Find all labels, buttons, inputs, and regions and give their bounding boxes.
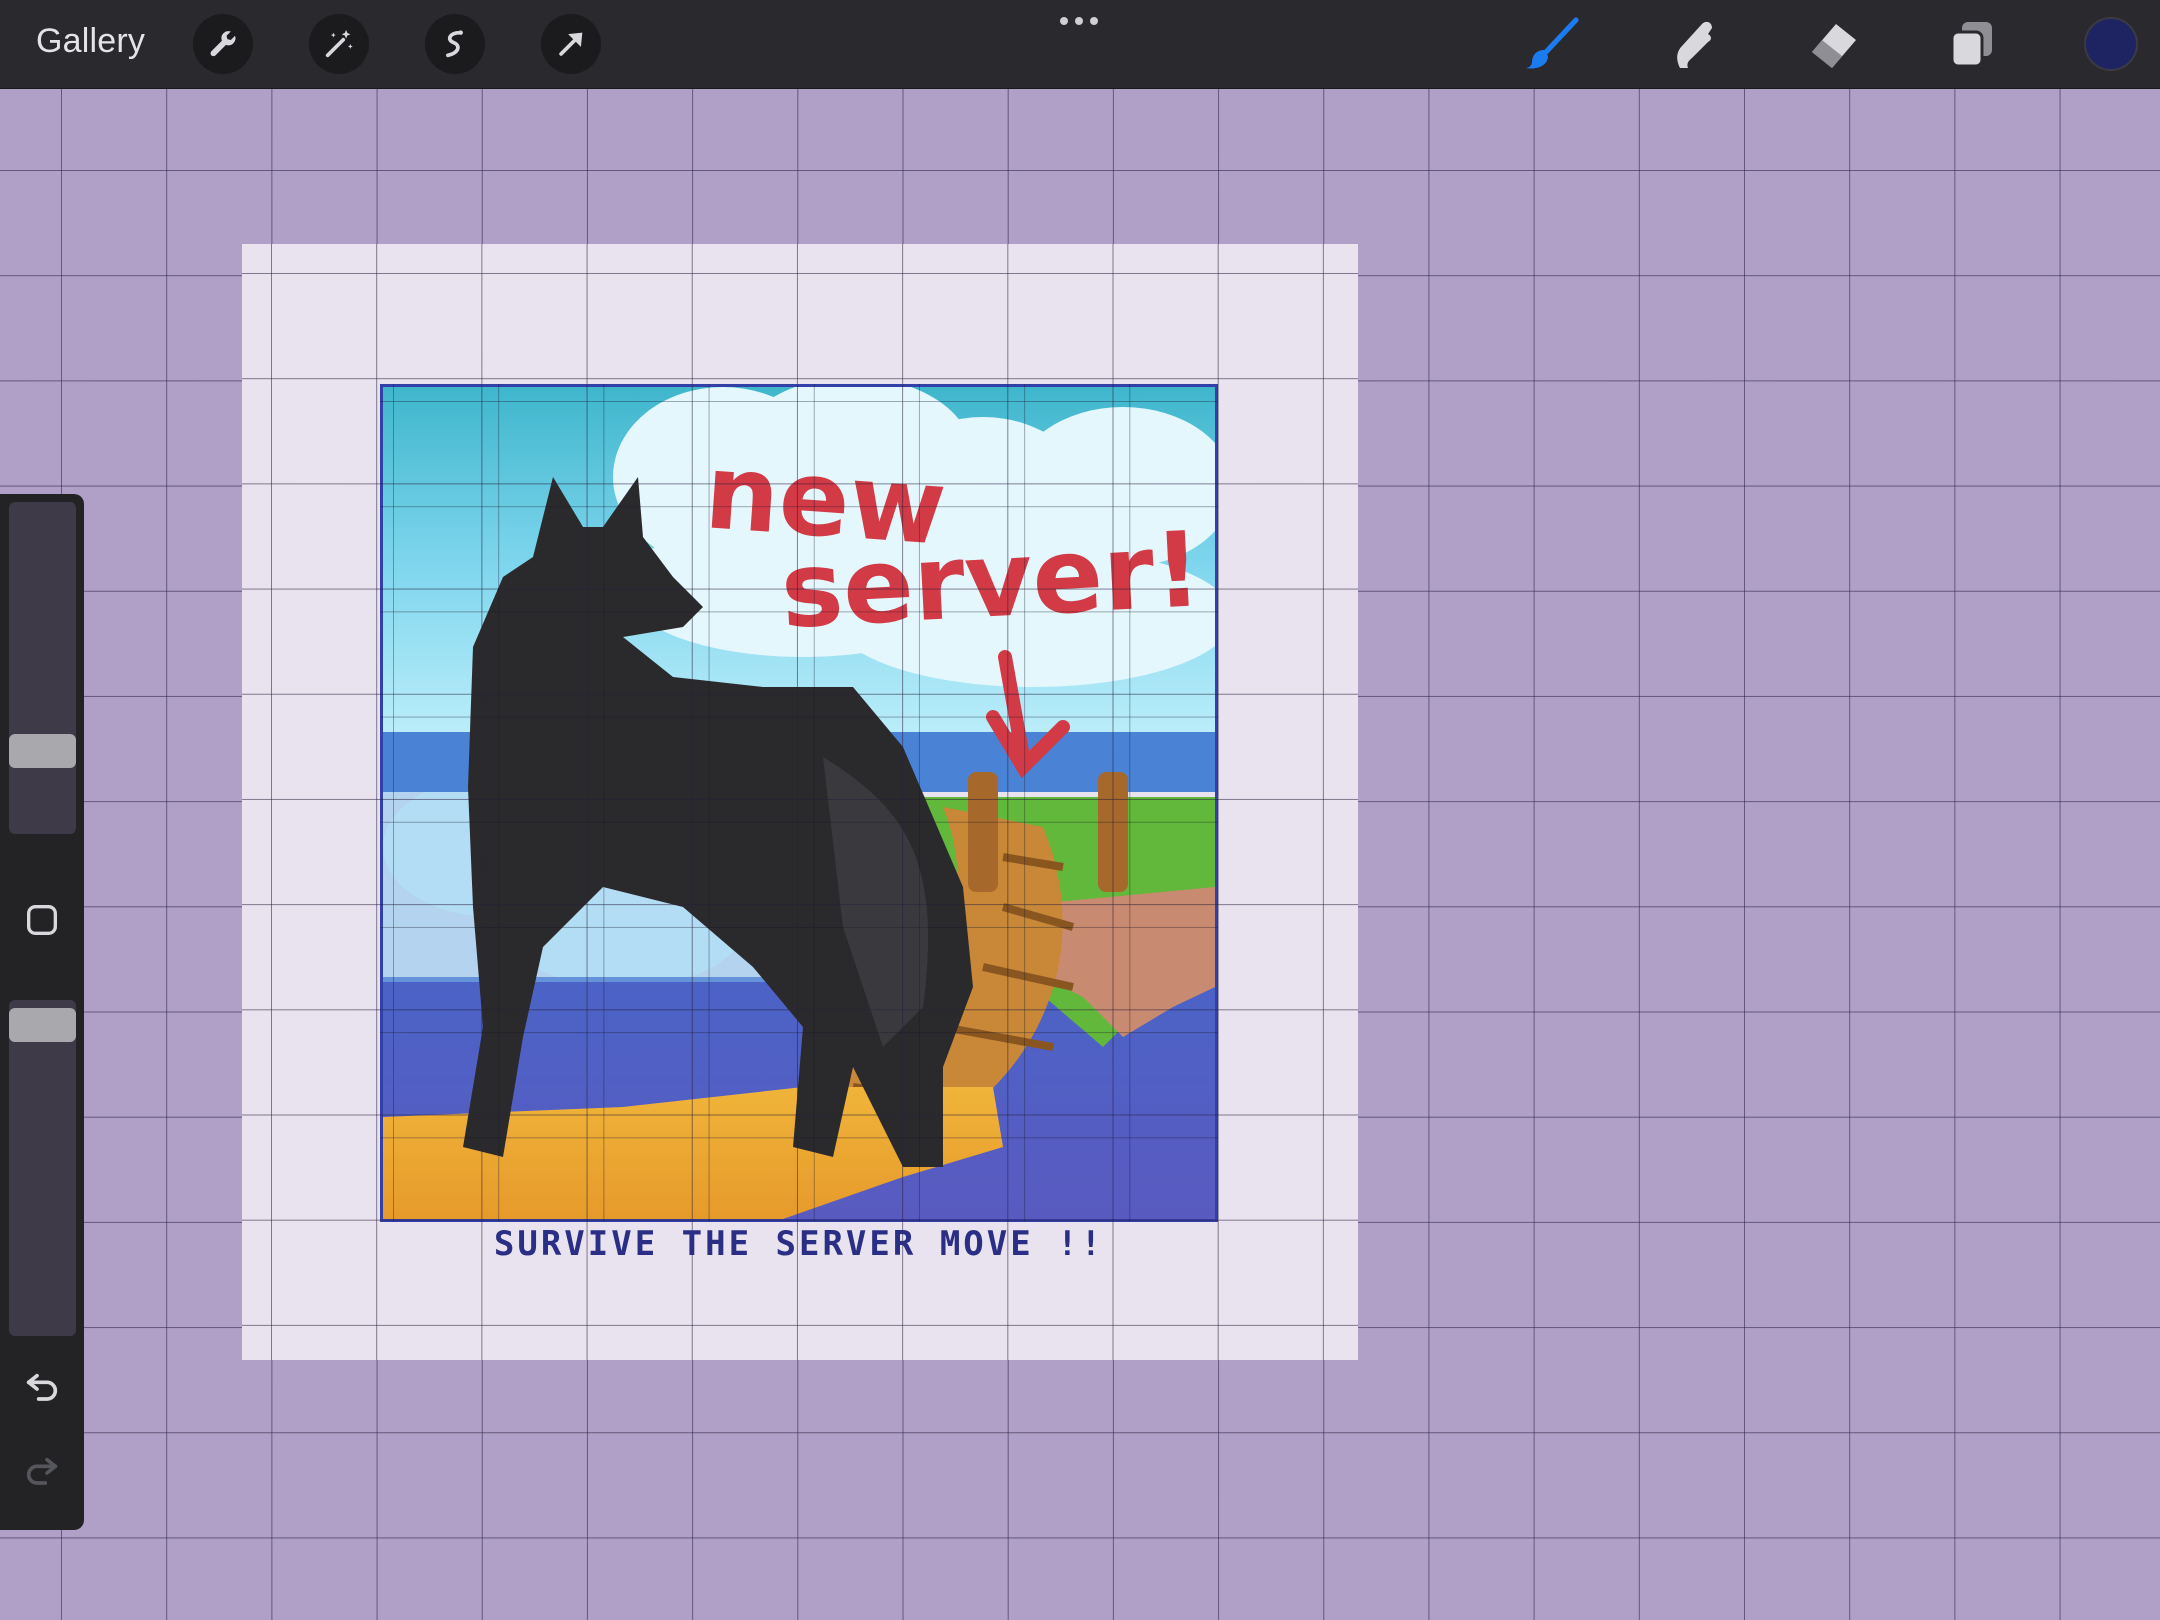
smudge-icon <box>1677 21 1712 68</box>
undo-button[interactable] <box>18 1360 66 1408</box>
brush-size-thumb[interactable] <box>9 734 76 768</box>
color-picker-swatch[interactable] <box>2084 17 2138 71</box>
smudge-tool-button[interactable] <box>1660 14 1724 74</box>
selection-button[interactable] <box>425 14 485 74</box>
layers-button[interactable] <box>1940 14 2004 74</box>
redo-button[interactable] <box>18 1444 66 1492</box>
brush-size-slider[interactable] <box>9 502 76 834</box>
brush-icon <box>1526 17 1579 69</box>
layers-icon <box>1950 22 1992 68</box>
opacity-thumb[interactable] <box>9 1008 76 1042</box>
modify-button[interactable] <box>18 896 66 944</box>
opacity-slider[interactable] <box>9 1000 76 1336</box>
undo-icon <box>26 1373 58 1401</box>
wrench-icon <box>210 31 236 57</box>
brush-tool-button[interactable] <box>1520 14 1584 74</box>
more-options-icon[interactable] <box>1053 12 1105 30</box>
transform-button[interactable] <box>541 14 601 74</box>
modify-square-icon <box>27 905 57 935</box>
left-sidebar <box>0 494 84 1530</box>
adjustments-button[interactable] <box>309 14 369 74</box>
top-toolbar: Gallery <box>0 0 2160 89</box>
artwork-title-line2: server! <box>778 508 1205 652</box>
eraser-tool-button[interactable] <box>1800 14 1864 74</box>
artwork-caption: SURVIVE THE SERVER MOVE !! <box>493 1224 1105 1264</box>
artwork-image: new server! <box>380 384 1218 1222</box>
magic-wand-icon <box>325 29 353 58</box>
redo-icon <box>26 1457 58 1485</box>
eraser-icon <box>1812 24 1856 68</box>
gallery-button[interactable]: Gallery <box>36 22 145 61</box>
actions-button[interactable] <box>193 14 253 74</box>
transform-arrow-icon <box>559 32 583 56</box>
selection-icon <box>446 30 463 58</box>
